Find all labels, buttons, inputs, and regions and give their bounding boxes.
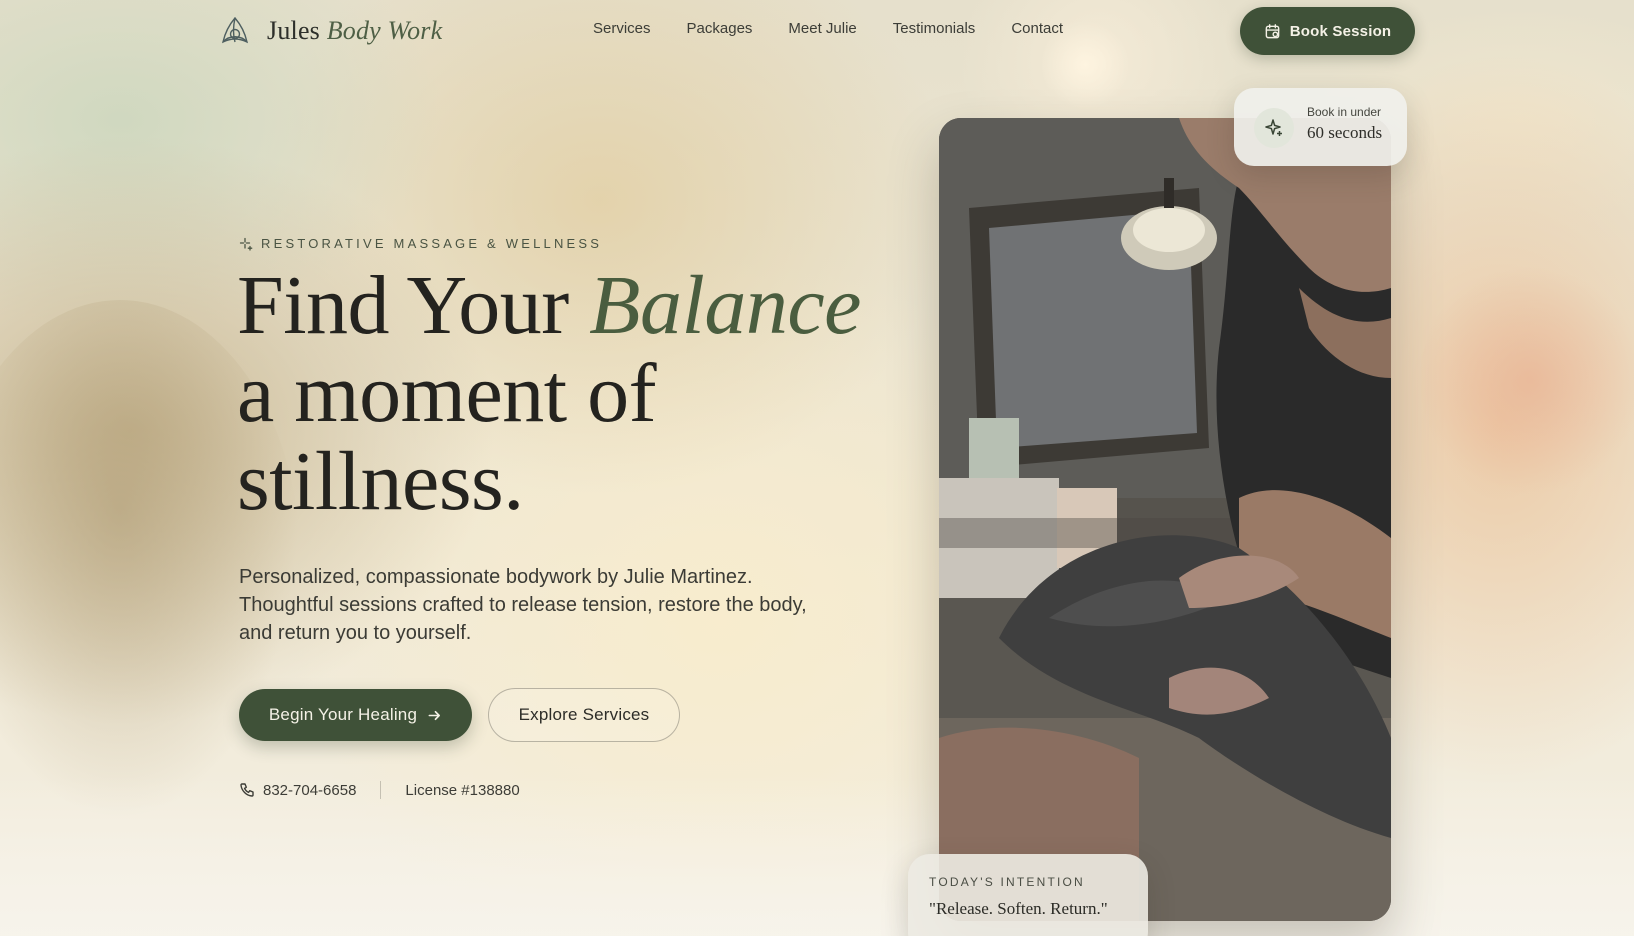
brand-name: Jules Body Work xyxy=(267,16,443,45)
hero-eyebrow: RESTORATIVE MASSAGE & WELLNESS xyxy=(239,236,602,251)
license-number: License #138880 xyxy=(405,781,520,799)
quick-booking-badge: Book in under 60 seconds xyxy=(1234,88,1407,166)
explore-services-label: Explore Services xyxy=(518,705,650,724)
badge-icon-container xyxy=(1254,108,1294,148)
phone-number[interactable]: 832-704-6658 xyxy=(263,782,356,799)
badge-small-text: Book in under xyxy=(1307,105,1382,119)
book-session-button[interactable]: Book Session xyxy=(1240,7,1415,55)
intention-quote: "Release. Soften. Return." xyxy=(929,899,1108,918)
nav-link-contact[interactable]: Contact xyxy=(1011,20,1063,37)
calendar-icon xyxy=(1265,23,1280,38)
nav-link-services[interactable]: Services xyxy=(593,20,651,37)
brand-logo[interactable]: Jules Body Work xyxy=(219,13,442,49)
headline-line-3: stillness. xyxy=(237,435,524,528)
sparkle-icon xyxy=(239,237,253,251)
meta-divider xyxy=(380,781,382,799)
phone-icon xyxy=(240,783,254,797)
eyebrow-text: RESTORATIVE MASSAGE & WELLNESS xyxy=(261,236,603,251)
headline-accent-word: Balance xyxy=(589,259,861,352)
nav-menu: Services Packages Meet Julie Testimonial… xyxy=(593,20,1063,37)
top-navigation: Jules Body Work Services Packages Meet J… xyxy=(0,0,1634,62)
hero-headline: Find Your Balance a moment of stillness. xyxy=(237,262,937,526)
nav-link-testimonials[interactable]: Testimonials xyxy=(893,20,976,37)
nav-link-meet-julie[interactable]: Meet Julie xyxy=(788,20,856,37)
book-session-label: Book Session xyxy=(1289,22,1392,40)
headline-line-1: Find Your Balance xyxy=(237,259,861,352)
arrow-right-icon xyxy=(428,710,441,720)
badge-big-text: 60 seconds xyxy=(1307,123,1383,142)
todays-intention-card: TODAY'S INTENTION "Release. Soften. Retu… xyxy=(908,854,1148,936)
nav-link-packages[interactable]: Packages xyxy=(687,20,753,37)
background-candle-glow xyxy=(1420,260,1634,500)
headline-line-2: a moment of xyxy=(237,347,657,440)
sparkle-icon xyxy=(1265,119,1282,136)
massage-scene-illustration xyxy=(939,118,1391,921)
begin-healing-button[interactable]: Begin Your Healing xyxy=(239,689,472,741)
begin-healing-label: Begin Your Healing xyxy=(268,705,418,724)
therapist-photo xyxy=(939,118,1391,921)
triquetra-icon xyxy=(221,16,249,44)
hero-description: Personalized, compassionate bodywork by … xyxy=(239,566,807,644)
explore-services-button[interactable]: Explore Services xyxy=(488,688,680,742)
intention-label: TODAY'S INTENTION xyxy=(929,875,1085,889)
contact-meta: 832-704-6658 License #138880 xyxy=(239,781,520,799)
